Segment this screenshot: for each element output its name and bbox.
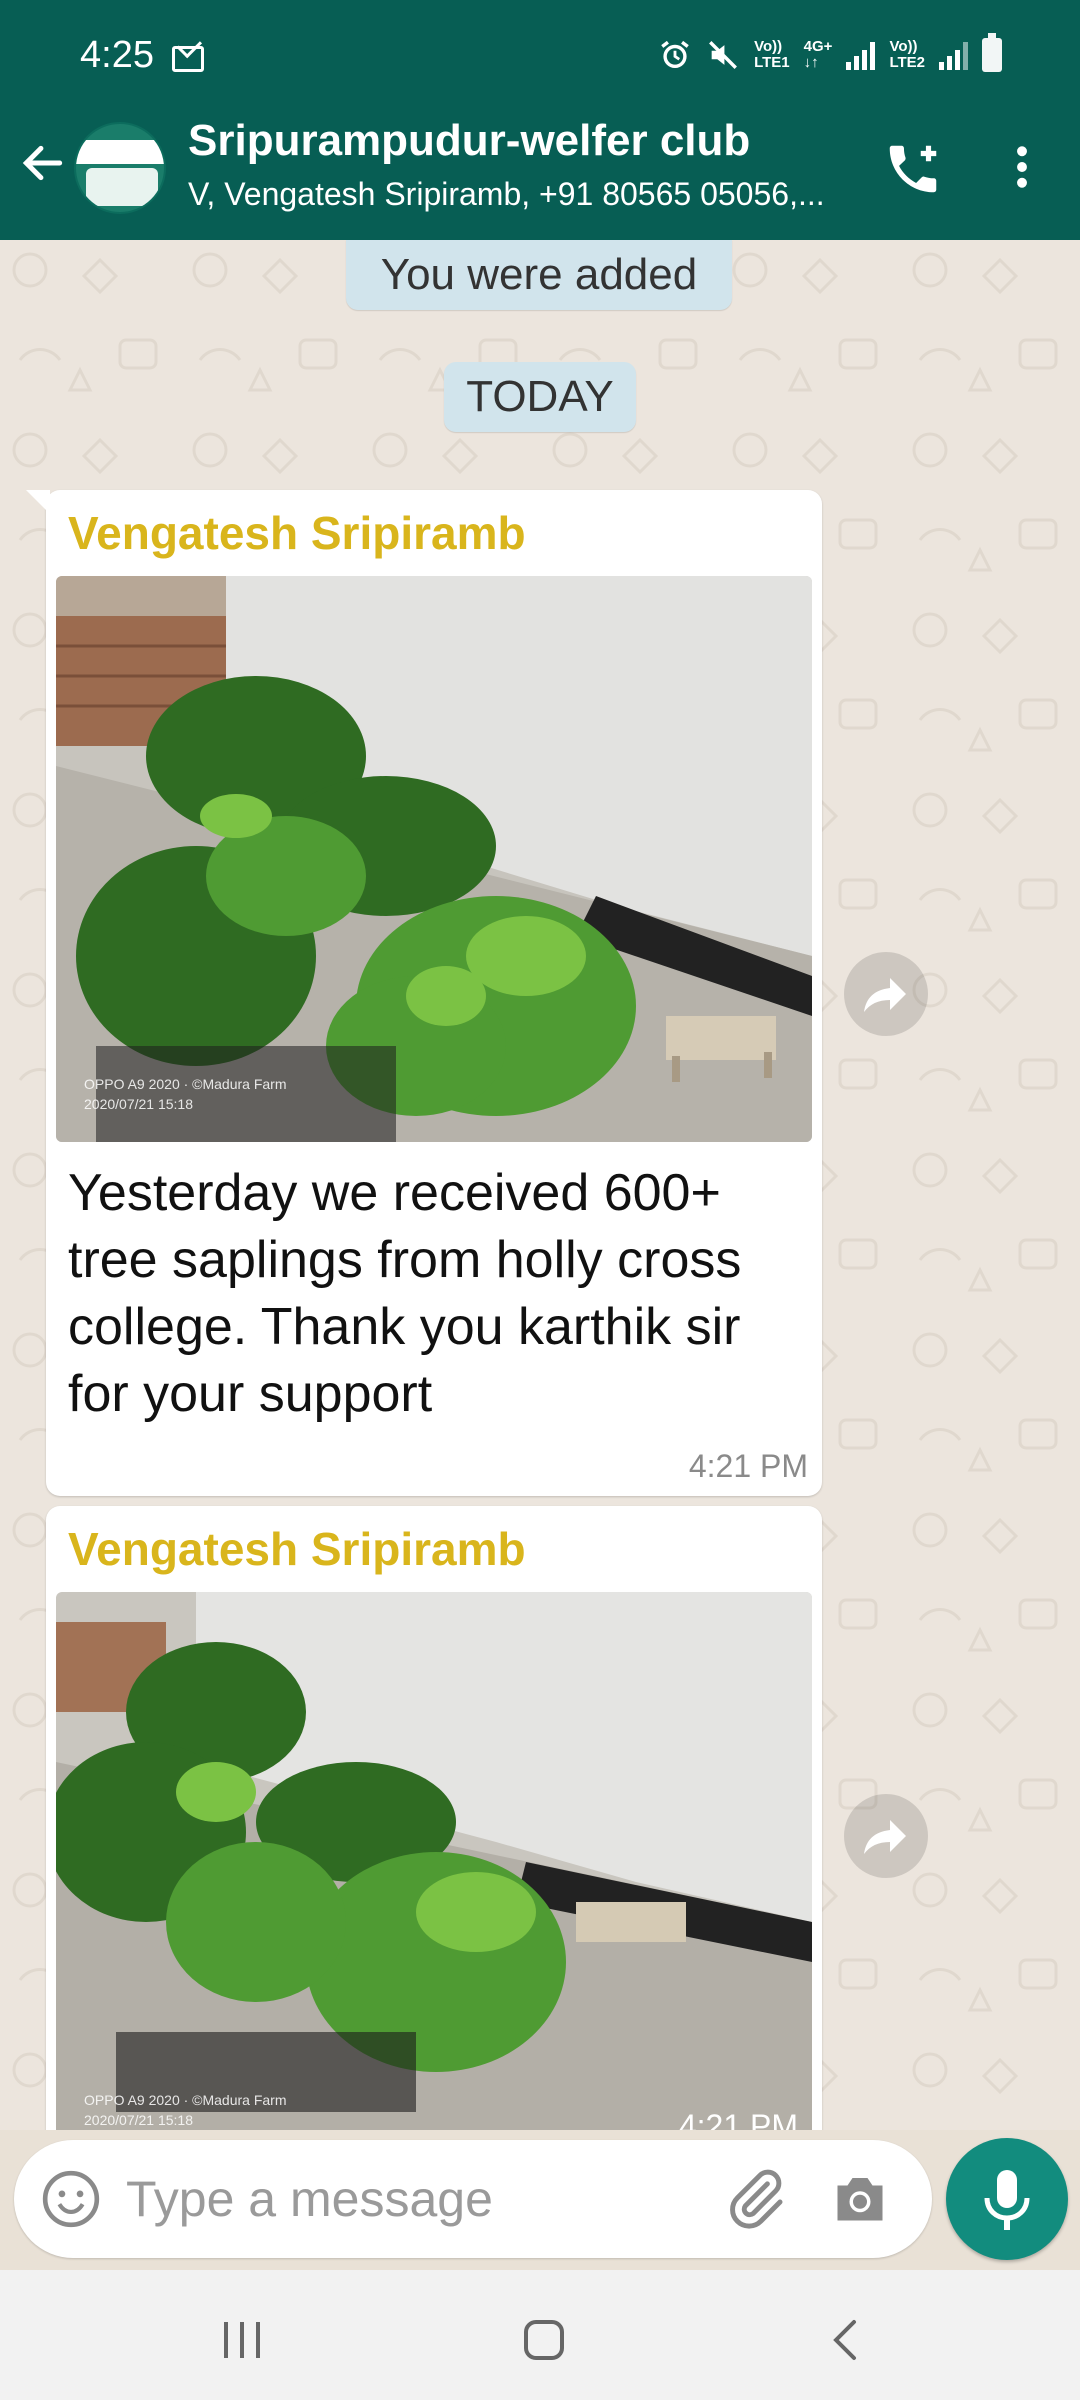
- status-bar: 4:25 Vo)) LTE1 4G+ ↓↑ Vo)) LTE2: [0, 0, 1080, 94]
- network-type: 4G+ ↓↑: [803, 38, 833, 71]
- message-bubble[interactable]: Vengatesh Sripiramb OPPO A9 2020 · ©Madu…: [46, 1506, 822, 2130]
- message-photo[interactable]: OPPO A9 2020 · ©Madura Farm 2020/07/21 1…: [56, 576, 812, 1142]
- message-time: 4:21 PM: [678, 2108, 798, 2130]
- photo-watermark-date: 2020/07/21 15:18: [84, 2112, 193, 2128]
- photo-watermark-device: OPPO A9 2020 · ©Madura Farm: [84, 2092, 287, 2108]
- home-icon[interactable]: [514, 2310, 574, 2370]
- chat-header: Sripurampudur-welfer club V, Vengatesh S…: [0, 94, 1080, 240]
- status-icons: Vo)) LTE1 4G+ ↓↑ Vo)) LTE2: [658, 33, 1002, 72]
- message-input[interactable]: [126, 2164, 686, 2234]
- sim1-label: Vo)) LTE1: [754, 38, 790, 71]
- emoji-icon[interactable]: [40, 2168, 102, 2230]
- sapling-photo-2: [56, 1592, 812, 2130]
- group-title[interactable]: Sripurampudur-welfer club: [188, 116, 750, 166]
- microphone-icon: [984, 2170, 1030, 2230]
- forward-icon[interactable]: [844, 952, 928, 1036]
- recents-icon[interactable]: [212, 2310, 272, 2370]
- group-avatar[interactable]: [74, 122, 166, 214]
- add-call-icon[interactable]: [882, 138, 944, 200]
- status-time: 4:25: [80, 34, 154, 76]
- nav-back-icon[interactable]: [816, 2310, 876, 2370]
- chat-area[interactable]: You were added TODAY Vengatesh Sripiramb…: [0, 240, 1080, 2130]
- group-participants[interactable]: V, Vengatesh Sripiramb, +91 80565 05056,…: [188, 176, 848, 213]
- message-bubble[interactable]: Vengatesh Sripiramb OPPO A9 2020 · ©Madu…: [26, 490, 822, 1496]
- back-arrow-icon[interactable]: [18, 138, 68, 188]
- message-time: 4:21 PM: [688, 1448, 808, 1484]
- mail-icon: [172, 46, 204, 72]
- message-text[interactable]: Yesterday we received 600+ tree saplings…: [68, 1160, 808, 1428]
- signal1-icon: [846, 40, 876, 70]
- message-photo[interactable]: OPPO A9 2020 · ©Madura Farm 2020/07/21 1…: [56, 1592, 812, 2130]
- more-options-icon[interactable]: [1004, 140, 1040, 194]
- attach-icon[interactable]: [722, 2166, 788, 2232]
- photo-watermark-device: OPPO A9 2020 · ©Madura Farm: [84, 1076, 287, 1092]
- battery-icon: [982, 33, 1002, 72]
- forward-icon[interactable]: [844, 1794, 928, 1878]
- camera-icon[interactable]: [830, 2170, 890, 2226]
- message-composer: [14, 2140, 932, 2258]
- mic-button[interactable]: [946, 2138, 1068, 2260]
- signal2-icon: [939, 40, 968, 70]
- sim2-label: Vo)) LTE2: [889, 38, 925, 71]
- photo-watermark-date: 2020/07/21 15:18: [84, 1096, 193, 1112]
- system-message-added: You were added: [346, 240, 732, 310]
- alarm-icon: [661, 40, 689, 69]
- mute-icon: [709, 41, 738, 69]
- date-divider: TODAY: [444, 362, 636, 432]
- sender-name[interactable]: Vengatesh Sripiramb: [68, 1522, 526, 1576]
- system-navigation-bar: [0, 2270, 1080, 2400]
- sender-name[interactable]: Vengatesh Sripiramb: [68, 506, 526, 560]
- sapling-photo-1: [56, 576, 812, 1142]
